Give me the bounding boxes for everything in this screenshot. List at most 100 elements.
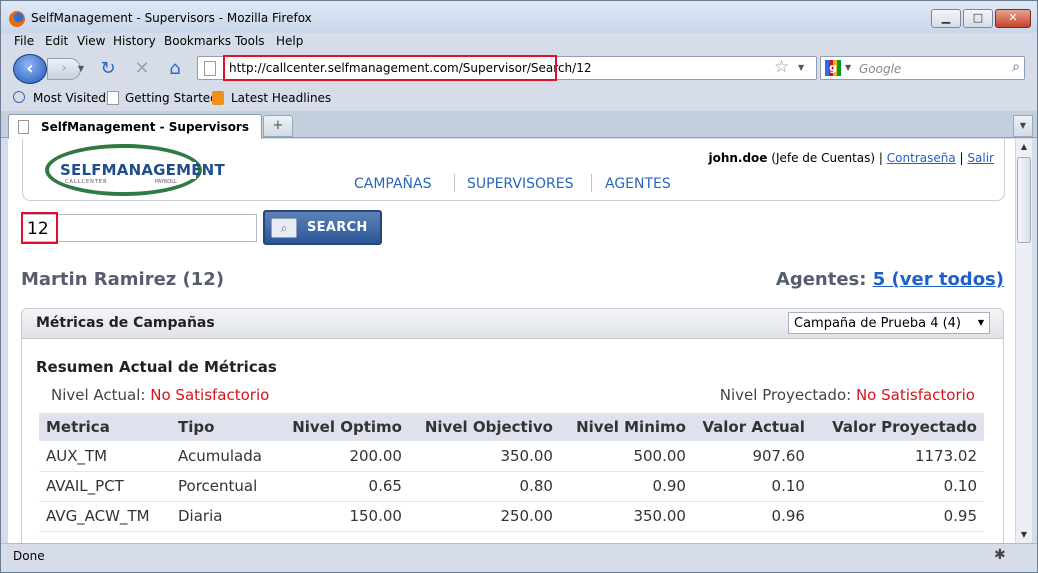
cell-valor-proyectado: 0.95 xyxy=(811,501,984,532)
chevron-down-icon: ▼ xyxy=(977,318,984,327)
current-level-value: No Satisfactorio xyxy=(150,386,270,404)
cell-nivel-objectivo: 250.00 xyxy=(408,501,560,532)
user-role: (Jefe de Cuentas) xyxy=(771,151,876,165)
menu-history[interactable]: History xyxy=(113,34,156,48)
col-tipo: Tipo xyxy=(171,413,269,441)
password-link[interactable]: Contraseña xyxy=(887,151,956,165)
table-row: AVG_ACW_TM Diaria 150.00 250.00 350.00 0… xyxy=(39,501,984,532)
col-valor-proyectado: Valor Proyectado xyxy=(811,413,984,441)
supervisor-name: Martin Ramirez (12) xyxy=(21,269,225,290)
nav-supervisores[interactable]: SUPERVISORES xyxy=(467,176,573,192)
scroll-up-icon[interactable]: ▲ xyxy=(1016,139,1032,155)
agents-summary: Agentes: 5 (ver todos) xyxy=(776,269,1004,290)
cell-nivel-optimo: 0.65 xyxy=(268,471,409,502)
table-row: AUX_TM Acumulada 200.00 350.00 500.00 90… xyxy=(39,441,984,472)
new-tab-button[interactable]: + xyxy=(263,115,293,137)
minimize-button[interactable]: ▁ xyxy=(931,9,961,28)
campaign-select[interactable]: Campaña de Prueba 4 (4) ▼ xyxy=(788,312,990,334)
reload-icon[interactable]: ↻ xyxy=(97,58,119,80)
most-visited-icon xyxy=(13,91,25,103)
page-icon xyxy=(107,91,119,105)
back-button[interactable]: ‹ xyxy=(13,54,47,84)
maximize-button[interactable]: □ xyxy=(963,9,993,28)
logo-left-label: CALLCENTER xyxy=(65,179,108,185)
search-button[interactable]: ⌕ SEARCH xyxy=(263,210,382,245)
section-title: Resumen Actual de Métricas xyxy=(36,358,277,376)
cell-metrica: AUX_TM xyxy=(39,441,171,472)
cell-valor-actual: 0.10 xyxy=(692,471,812,502)
current-level: Nivel Actual: No Satisfactorio xyxy=(51,386,269,404)
browser-window: SelfManagement - Supervisors - Mozilla F… xyxy=(0,0,1038,573)
cell-nivel-minimo: 500.00 xyxy=(559,441,693,472)
projected-level-value: No Satisfactorio xyxy=(855,386,975,404)
title-bar: SelfManagement - Supervisors - Mozilla F… xyxy=(1,1,1037,33)
history-dropdown-icon[interactable]: ▼ xyxy=(74,58,88,80)
nav-agentes[interactable]: AGENTES xyxy=(605,176,671,192)
col-nivel-minimo: Nivel Minimo xyxy=(559,413,693,441)
scroll-thumb[interactable] xyxy=(1017,157,1031,243)
nav-campanas[interactable]: CAMPAÑAS xyxy=(354,176,432,192)
menu-bookmarks[interactable]: Bookmarks xyxy=(164,34,231,48)
engine-dropdown-icon[interactable]: ▼ xyxy=(845,63,851,72)
close-button[interactable]: ✕ xyxy=(995,9,1031,28)
home-icon[interactable]: ⌂ xyxy=(164,58,186,80)
status-text: Done xyxy=(13,549,45,563)
bookmark-getting-started[interactable]: Getting Started xyxy=(125,91,218,105)
window-title: SelfManagement - Supervisors - Mozilla F… xyxy=(31,11,312,25)
cell-metrica: AVAIL_PCT xyxy=(39,471,171,502)
nav-divider xyxy=(454,174,455,192)
stop-icon[interactable]: ✕ xyxy=(131,58,153,80)
google-icon[interactable]: g xyxy=(825,60,841,76)
search-button-label: SEARCH xyxy=(307,220,368,235)
addon-bug-icon[interactable]: ✱ xyxy=(994,547,1006,563)
panel-title: Métricas de Campañas xyxy=(36,315,215,331)
scroll-down-icon[interactable]: ▼ xyxy=(1016,527,1032,543)
bookmark-most-visited[interactable]: Most Visited xyxy=(33,91,106,105)
vertical-scrollbar[interactable]: ▲ ▼ xyxy=(1015,139,1032,543)
menu-view[interactable]: View xyxy=(77,34,105,48)
cell-valor-proyectado: 1173.02 xyxy=(811,441,984,472)
search-icon[interactable]: ⌕ xyxy=(1012,59,1020,75)
tab-list-button[interactable]: ▼ xyxy=(1013,115,1033,137)
page-icon xyxy=(204,61,216,76)
cell-valor-proyectado: 0.10 xyxy=(811,471,984,502)
url-highlight-box xyxy=(223,55,557,81)
agents-link[interactable]: 5 (ver todos) xyxy=(873,269,1004,290)
menu-file[interactable]: File xyxy=(14,34,34,48)
current-level-label: Nivel Actual: xyxy=(51,386,146,404)
web-search-box[interactable]: g ▼ Google ⌕ xyxy=(820,56,1025,80)
agents-label: Agentes: xyxy=(775,269,867,290)
cell-nivel-optimo: 150.00 xyxy=(268,501,409,532)
bookmark-latest-headlines[interactable]: Latest Headlines xyxy=(231,91,331,105)
cell-nivel-minimo: 350.00 xyxy=(559,501,693,532)
url-dropdown-icon[interactable]: ▼ xyxy=(798,63,804,72)
projected-level-label: Nivel Proyectado: xyxy=(719,386,852,404)
cell-nivel-objectivo: 0.80 xyxy=(408,471,560,502)
menu-bar: File Edit View History Bookmarks Tools H… xyxy=(1,33,1037,51)
page-content: SELFMANAGEMENT CALLCENTER PAYROLL CAMPAÑ… xyxy=(8,139,1015,543)
status-bar xyxy=(1,543,1037,572)
cell-valor-actual: 907.60 xyxy=(692,441,812,472)
cell-tipo: Acumulada xyxy=(171,441,269,472)
col-valor-actual: Valor Actual xyxy=(692,413,812,441)
menu-help[interactable]: Help xyxy=(276,34,303,48)
logout-link[interactable]: Salir xyxy=(967,151,994,165)
tab-selfmanagement[interactable]: SelfManagement - Supervisors xyxy=(8,114,262,140)
rss-feed-icon xyxy=(212,91,224,105)
projected-level: Nivel Proyectado: No Satisfactorio xyxy=(720,386,975,404)
col-metrica: Metrica xyxy=(39,413,171,441)
table-header-row: Metrica Tipo Nivel Optimo Nivel Objectiv… xyxy=(39,413,984,441)
selfmanagement-logo[interactable]: SELFMANAGEMENT CALLCENTER PAYROLL xyxy=(45,144,225,196)
col-nivel-objectivo: Nivel Objectivo xyxy=(408,413,560,441)
bookmark-star-icon[interactable]: ☆ xyxy=(774,57,789,77)
menu-tools[interactable]: Tools xyxy=(235,34,265,48)
cell-nivel-minimo: 0.90 xyxy=(559,471,693,502)
campaign-value: Campaña de Prueba 4 (4) xyxy=(794,316,962,331)
web-search-placeholder: Google xyxy=(859,62,902,76)
menu-edit[interactable]: Edit xyxy=(45,34,68,48)
cell-tipo: Diaria xyxy=(171,501,269,532)
site-header: SELFMANAGEMENT CALLCENTER PAYROLL CAMPAÑ… xyxy=(22,139,1005,201)
user-info: john.doe (Jefe de Cuentas) | Contraseña … xyxy=(708,151,994,165)
search-highlight-box xyxy=(21,212,58,244)
user-name: john.doe xyxy=(708,151,768,165)
